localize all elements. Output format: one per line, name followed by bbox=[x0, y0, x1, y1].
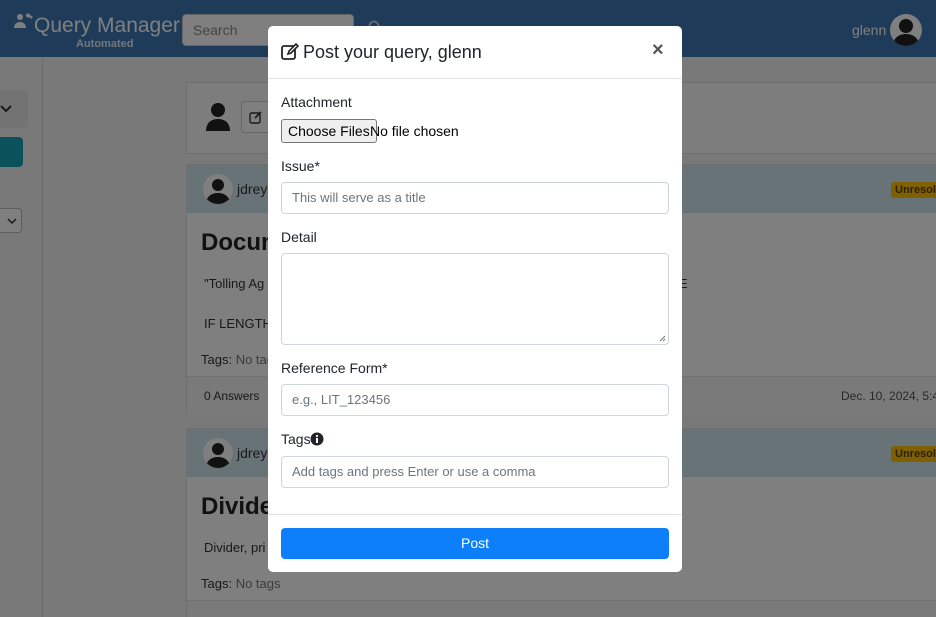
choose-files-button[interactable]: Choose Files bbox=[281, 119, 377, 143]
close-icon[interactable]: × bbox=[652, 40, 664, 60]
attachment-label: Attachment bbox=[281, 94, 352, 110]
post-button[interactable]: Post bbox=[281, 528, 669, 559]
detail-textarea[interactable] bbox=[281, 253, 669, 345]
file-status: No file chosen bbox=[370, 123, 459, 139]
issue-label: Issue* bbox=[281, 158, 320, 174]
reference-form-input[interactable]: e.g., LIT_123456 bbox=[281, 384, 669, 416]
modal-footer-divider bbox=[268, 514, 682, 515]
modal-header: Post your query, glenn × bbox=[268, 26, 682, 79]
info-icon[interactable] bbox=[310, 432, 324, 446]
modal-title: Post your query, glenn bbox=[303, 42, 482, 62]
issue-input[interactable]: This will serve as a title bbox=[281, 182, 669, 214]
detail-label: Detail bbox=[281, 229, 317, 245]
post-query-modal: Post your query, glenn × Attachment Choo… bbox=[268, 26, 682, 572]
edit-icon bbox=[281, 43, 299, 60]
reference-form-label: Reference Form* bbox=[281, 360, 388, 376]
resize-handle-icon[interactable] bbox=[659, 335, 666, 342]
tags-input[interactable]: Add tags and press Enter or use a comma bbox=[281, 456, 669, 488]
tags-label: Tags bbox=[281, 431, 311, 447]
